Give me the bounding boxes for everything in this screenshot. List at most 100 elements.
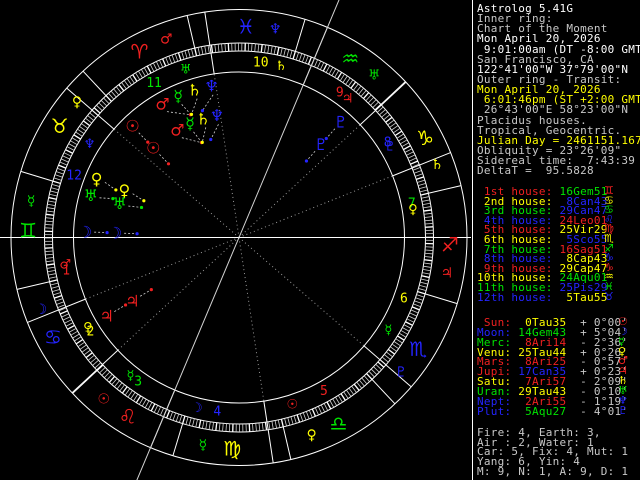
degree-tick bbox=[53, 294, 62, 299]
house-sign-icon: ♉ bbox=[604, 289, 614, 303]
planet-pointer-line bbox=[128, 205, 142, 208]
degree-tick bbox=[347, 79, 354, 87]
degree-tick bbox=[391, 125, 399, 131]
degree-tick bbox=[335, 396, 340, 405]
degree-tick bbox=[260, 44, 263, 53]
degree-tick bbox=[397, 335, 405, 341]
degree-tick bbox=[274, 420, 278, 429]
degree-tick bbox=[290, 416, 294, 425]
degree-tick bbox=[418, 183, 426, 187]
degree-tick bbox=[212, 422, 214, 431]
sign-boundary bbox=[72, 370, 98, 394]
house-number: 4 bbox=[213, 405, 221, 420]
degree-tick bbox=[422, 202, 431, 206]
sign-boundary bbox=[294, 19, 306, 52]
degree-tick bbox=[144, 400, 150, 409]
degree-tick bbox=[419, 281, 428, 285]
degree-tick bbox=[66, 146, 75, 151]
degree-tick bbox=[64, 319, 72, 324]
planet-pointer-line bbox=[210, 124, 219, 140]
degree-tick bbox=[178, 414, 183, 423]
sign-pisces-icon: ♓ bbox=[237, 15, 255, 39]
degree-tick bbox=[257, 43, 260, 53]
degree-tick bbox=[108, 375, 116, 383]
degree-tick bbox=[46, 207, 55, 210]
degree-tick bbox=[305, 411, 310, 420]
degree-tick bbox=[181, 51, 185, 60]
house-cusp-line bbox=[85, 237, 240, 300]
degree-tick bbox=[143, 67, 149, 75]
info-panel: Astrolog 5.41G Inner ring: Chart of the Mo… bbox=[472, 0, 640, 480]
degree-tick bbox=[415, 297, 424, 301]
sign-ruler-icon: ☿ bbox=[27, 193, 36, 209]
degree-tick bbox=[334, 70, 340, 78]
sign-boundary bbox=[425, 293, 458, 305]
house-ruler-icon: ♀ bbox=[408, 202, 418, 217]
degree-tick bbox=[46, 210, 55, 213]
transit-sun-icon: ☉ bbox=[125, 117, 139, 136]
sign-ruler-icon: ♀ bbox=[307, 428, 317, 444]
degree-tick bbox=[149, 64, 155, 72]
planet-degree-dot bbox=[114, 188, 118, 192]
degree-tick bbox=[177, 52, 182, 61]
natal-jupiter-icon: ♃ bbox=[125, 291, 139, 310]
degree-tick bbox=[423, 209, 432, 212]
degree-tick bbox=[58, 164, 67, 169]
degree-tick bbox=[400, 329, 408, 335]
degree-tick bbox=[45, 213, 54, 216]
house-number: 12 bbox=[66, 168, 82, 183]
degree-tick bbox=[45, 220, 54, 223]
sign-ruler-icon: ☿ bbox=[199, 437, 208, 453]
degree-tick bbox=[423, 206, 432, 209]
degree-tick bbox=[185, 416, 189, 425]
degree-tick bbox=[410, 160, 419, 165]
transit-uranus-icon: ♅ bbox=[84, 186, 98, 205]
planet-degree-dot bbox=[209, 137, 213, 142]
degree-tick bbox=[423, 212, 433, 215]
degree-tick bbox=[103, 371, 111, 379]
header-line: DeltaT = 95.5828 bbox=[477, 165, 640, 176]
sign-boundary bbox=[16, 281, 50, 290]
degree-tick bbox=[302, 412, 307, 421]
degree-tick bbox=[87, 115, 95, 121]
degree-tick bbox=[118, 84, 125, 92]
degree-tick bbox=[47, 200, 56, 203]
degree-tick bbox=[270, 45, 273, 54]
degree-tick bbox=[141, 399, 147, 407]
degree-tick bbox=[169, 411, 173, 420]
degree-tick bbox=[217, 44, 220, 53]
degree-tick bbox=[383, 354, 391, 360]
degree-tick bbox=[48, 273, 57, 276]
degree-tick bbox=[391, 343, 399, 349]
degree-tick bbox=[345, 77, 351, 85]
degree-tick bbox=[339, 73, 345, 82]
house-ruler-icon: ♀ bbox=[83, 320, 93, 335]
degree-tick bbox=[96, 364, 104, 371]
house-ruler-icon: ☽ bbox=[191, 401, 203, 416]
degree-tick bbox=[252, 423, 254, 432]
stat-line: M: 9, N: 1, A: 9, D: 1 bbox=[477, 466, 640, 477]
degree-tick bbox=[255, 423, 257, 432]
planet-degree-dot bbox=[200, 140, 204, 144]
degree-tick bbox=[52, 180, 61, 185]
degree-tick bbox=[79, 126, 87, 132]
degree-tick bbox=[208, 421, 211, 430]
house-cusp-line bbox=[113, 128, 240, 238]
degree-tick bbox=[168, 55, 173, 64]
degree-tick bbox=[62, 155, 70, 160]
degree-tick bbox=[98, 102, 105, 109]
planet-position-value: 5Aqu27 bbox=[518, 404, 567, 418]
degree-tick bbox=[184, 50, 188, 59]
degree-tick bbox=[121, 386, 128, 394]
planet-degree-dot bbox=[135, 232, 139, 236]
degree-tick bbox=[75, 338, 84, 345]
degree-tick bbox=[188, 417, 192, 426]
degree-tick bbox=[323, 403, 329, 411]
degree-tick bbox=[305, 55, 309, 64]
sign-cancer-icon: ♋ bbox=[44, 325, 62, 349]
degree-tick bbox=[77, 341, 85, 348]
planet-label: Plut: bbox=[477, 404, 512, 418]
sign-ruler-icon: ♄ bbox=[431, 157, 444, 173]
degree-tick bbox=[72, 333, 80, 339]
house-table: 1st house: 16Gem51 ♊ 2nd house: 8Can43 ♋ 3… bbox=[477, 185, 640, 303]
